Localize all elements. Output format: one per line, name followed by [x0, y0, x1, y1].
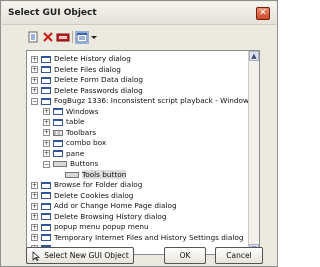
window-icon [41, 223, 51, 231]
window-icon [41, 97, 51, 105]
gui-object-tree[interactable]: + Delete History dialog + Delete Files dial… [26, 50, 260, 255]
button-icon [65, 171, 79, 178]
tree-item[interactable]: + Add or Change Home Page dialog [31, 201, 177, 211]
scroll-up-arrow[interactable]: ▲ [249, 51, 259, 61]
tree-item-label: Tools button [82, 169, 127, 179]
button-icon [53, 161, 67, 167]
window-icon [41, 55, 51, 63]
tree-item-label: Delete Cookies dialog [54, 190, 134, 200]
cancel-button[interactable]: Cancel [215, 247, 263, 264]
tree-item-label: popup menu popup menu [54, 222, 149, 231]
expand-icon[interactable]: + [43, 139, 50, 147]
select-gui-object-dialog: Select GUI Object ✕ + Delete History dia… [0, 0, 278, 267]
tree-item[interactable]: + popup menu popup menu [31, 222, 149, 232]
dropdown-arrow-icon [91, 35, 97, 39]
expand-icon[interactable]: + [31, 87, 38, 94]
expand-icon[interactable]: + [31, 234, 38, 241]
tree-item[interactable]: + Delete Files dialog [31, 65, 121, 75]
window-icon [41, 87, 51, 94]
view-options-button[interactable] [75, 30, 89, 44]
tree-item-label: Delete Passwords dialog [54, 85, 143, 95]
window-icon [53, 108, 63, 115]
tree-item-label: Temporary Internet Files and History Set… [54, 232, 244, 242]
expand-icon[interactable]: + [31, 213, 38, 220]
tree-item[interactable]: + Delete History dialog [31, 54, 131, 64]
select-new-gui-object-label: Select New GUI Object [44, 251, 129, 260]
tree-item[interactable]: + table [43, 117, 84, 127]
window-icon [53, 150, 63, 157]
tree-item-label: Add or Change Home Page dialog [54, 201, 177, 210]
tree-item-label: pane [66, 148, 85, 158]
highlight-button[interactable] [56, 31, 70, 44]
tree-item-label: Delete Browsing History dialog [54, 211, 167, 221]
select-new-gui-object-button[interactable]: Select New GUI Object [26, 247, 134, 264]
expand-icon[interactable]: + [43, 108, 50, 115]
expand-icon[interactable]: + [43, 129, 50, 136]
tree-item[interactable]: + Delete Cookies dialog [31, 191, 133, 201]
tree-item[interactable]: − FogBugz 1336: Inconsistent script playb… [31, 96, 259, 106]
toolbar-icon [53, 129, 63, 136]
new-object-icon [28, 31, 38, 42]
expand-icon[interactable]: + [31, 55, 38, 63]
tree-item-label: combo box [66, 138, 107, 147]
tree-item-label: FogBugz 1336: Inconsistent script playba… [54, 96, 259, 105]
expand-icon[interactable]: + [31, 181, 38, 189]
window-icon [53, 118, 63, 126]
tree-item[interactable]: + Toolbars [43, 128, 96, 138]
tree-item[interactable]: + Delete Browsing History dialog [31, 212, 167, 222]
ok-button[interactable]: OK [164, 247, 206, 264]
new-object-button[interactable] [26, 31, 40, 44]
tree-item-label: Buttons [70, 159, 99, 168]
expand-icon[interactable]: + [43, 150, 50, 157]
expand-icon[interactable]: + [31, 192, 38, 199]
window-icon [41, 66, 51, 73]
collapse-icon[interactable]: − [31, 97, 38, 105]
tree-item[interactable]: + Delete Passwords dialog [31, 86, 143, 96]
collapse-icon[interactable]: − [43, 160, 50, 168]
window-icon [41, 213, 51, 220]
view-options-icon [76, 32, 88, 42]
dialog-title: Select GUI Object [8, 8, 97, 18]
tree-item-label: Browse for Folder dialog [54, 180, 143, 189]
toolbar-separator [72, 31, 73, 43]
vertical-scrollbar[interactable]: ▲ ▼ [248, 51, 259, 254]
tree-item[interactable]: − Buttons [43, 159, 98, 169]
toolbar [26, 30, 104, 44]
tree-item-label: Windows [66, 106, 99, 116]
close-button[interactable]: ✕ [256, 7, 270, 20]
expand-icon[interactable]: + [31, 66, 38, 73]
highlight-icon [56, 33, 70, 41]
expand-icon[interactable]: + [31, 76, 38, 84]
tree-item[interactable]: + combo box [43, 138, 106, 148]
expand-icon[interactable]: + [31, 223, 38, 231]
tree-item[interactable]: + Windows [43, 107, 99, 117]
window-icon [41, 192, 51, 199]
window-icon [41, 234, 51, 241]
tree-item-label: Delete Form Data dialog [54, 75, 143, 84]
tree-item-label: table [66, 117, 85, 126]
tree-item[interactable]: + Browse for Folder dialog [31, 180, 142, 190]
window-icon [53, 139, 63, 147]
tree-item[interactable]: Tools button [55, 169, 127, 180]
tree-item-label: Delete Files dialog [54, 64, 121, 74]
tree-item-label: Delete History dialog [54, 54, 131, 63]
tree-item[interactable]: + Temporary Internet Files and History Se… [31, 233, 243, 243]
delete-button[interactable] [41, 31, 55, 44]
window-icon [41, 181, 51, 189]
expand-icon[interactable]: + [31, 202, 38, 210]
cursor-icon [32, 251, 41, 262]
title-bar: Select GUI Object ✕ [2, 2, 276, 25]
tree-item-label: Toolbars [66, 127, 97, 137]
delete-icon [43, 31, 53, 42]
tree-item[interactable]: + Delete Form Data dialog [31, 75, 143, 85]
window-icon [41, 202, 51, 210]
tree-item[interactable]: + pane [43, 149, 84, 159]
expand-icon[interactable]: + [43, 118, 50, 126]
view-options-dropdown[interactable] [90, 31, 104, 44]
window-icon [41, 76, 51, 84]
